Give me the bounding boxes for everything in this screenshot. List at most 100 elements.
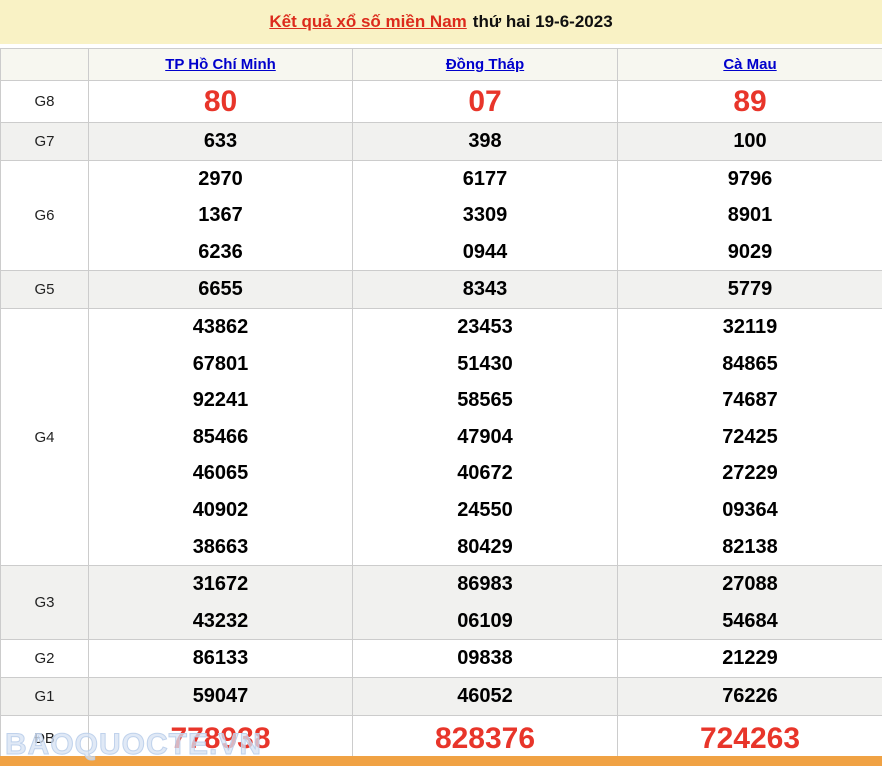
column-header-ca-mau: Cà Mau bbox=[617, 48, 882, 81]
result-cell: 09838 bbox=[352, 639, 618, 678]
result-cell: 398 bbox=[352, 122, 618, 161]
prize-label: G4 bbox=[0, 307, 89, 567]
result-number-big: 724263 bbox=[699, 721, 801, 755]
result-cell: 633 bbox=[88, 122, 353, 161]
page-title-link[interactable]: Kết quả xổ số miền Nam bbox=[269, 12, 466, 32]
result-number-big: 778938 bbox=[170, 721, 271, 755]
prize-label: G5 bbox=[0, 270, 89, 309]
result-number: 86983 bbox=[457, 573, 513, 596]
province-link-ca-mau[interactable]: Cà Mau bbox=[723, 56, 776, 73]
table-row-g3: G3 31672 43232 86983 06109 27088 54684 bbox=[0, 565, 882, 641]
table-row-đb: ĐB 778938 828376 724263 bbox=[0, 714, 882, 762]
result-number: 92241 bbox=[192, 389, 249, 412]
result-cell: 76226 bbox=[617, 676, 882, 716]
result-number: 2970 bbox=[198, 167, 243, 190]
result-cell: 23453 51430 58565 47904 40672 24550 80429 bbox=[352, 307, 618, 567]
result-cell: 8343 bbox=[352, 270, 618, 309]
bottom-bar bbox=[0, 756, 882, 766]
prize-label: G6 bbox=[0, 159, 89, 272]
result-cell: 9796 8901 9029 bbox=[617, 159, 882, 272]
results-table: TP Hồ Chí Minh Đồng Tháp Cà Mau G8 80 07 89… bbox=[0, 48, 882, 762]
result-number: 46052 bbox=[457, 684, 513, 707]
result-cell: 89 bbox=[617, 80, 882, 123]
result-number: 58565 bbox=[457, 389, 513, 412]
result-number: 5779 bbox=[727, 278, 773, 301]
result-number-big: 80 bbox=[203, 85, 238, 118]
result-number: 38663 bbox=[192, 535, 249, 558]
result-cell: 32119 84865 74687 72425 27229 09364 82138 bbox=[617, 307, 882, 567]
result-number: 8343 bbox=[462, 278, 508, 301]
result-number: 21229 bbox=[722, 647, 778, 670]
result-number: 09364 bbox=[722, 498, 778, 521]
result-cell: 31672 43232 bbox=[88, 565, 353, 641]
province-link-dong-thap[interactable]: Đồng Tháp bbox=[446, 56, 524, 73]
result-number: 59047 bbox=[192, 684, 249, 707]
result-number: 1367 bbox=[198, 204, 243, 227]
result-cell: 07 bbox=[352, 80, 618, 123]
result-cell: 86983 06109 bbox=[352, 565, 618, 641]
result-cell: 100 bbox=[617, 122, 882, 161]
result-cell: 778938 bbox=[88, 714, 353, 762]
result-number: 76226 bbox=[722, 684, 778, 707]
column-header-hcm: TP Hồ Chí Minh bbox=[88, 48, 353, 81]
result-number: 32119 bbox=[722, 315, 778, 338]
result-cell: 21229 bbox=[617, 639, 882, 678]
result-number: 31672 bbox=[192, 573, 249, 596]
result-number-big: 89 bbox=[733, 85, 767, 118]
prize-label: G1 bbox=[0, 676, 89, 716]
column-header-dong-thap: Đồng Tháp bbox=[352, 48, 618, 81]
result-number: 43862 bbox=[192, 315, 249, 338]
result-number: 24550 bbox=[457, 498, 513, 521]
result-number: 40902 bbox=[192, 498, 249, 521]
result-number: 43232 bbox=[192, 609, 249, 632]
province-link-tp-ho-chi-minh[interactable]: TP Hồ Chí Minh bbox=[165, 56, 276, 73]
table-row-g1: G1 59047 46052 76226 bbox=[0, 676, 882, 716]
result-number: 80429 bbox=[457, 535, 513, 558]
table-row-g2: G2 86133 09838 21229 bbox=[0, 639, 882, 678]
result-number: 09838 bbox=[457, 647, 513, 670]
result-number: 3309 bbox=[462, 204, 508, 227]
result-number: 633 bbox=[203, 130, 238, 152]
prize-label: G7 bbox=[0, 122, 89, 161]
page-title-date: thứ hai 19-6-2023 bbox=[472, 12, 613, 31]
result-cell: 43862 67801 92241 85466 46065 40902 38663 bbox=[88, 307, 353, 567]
result-number-big: 828376 bbox=[434, 721, 536, 755]
result-number: 398 bbox=[468, 130, 502, 152]
result-number: 0944 bbox=[462, 240, 508, 263]
result-number: 6177 bbox=[462, 167, 508, 190]
page-title-bar: Kết quả xổ số miền Nam thứ hai 19-6-2023 bbox=[0, 0, 882, 44]
result-number: 27088 bbox=[722, 573, 778, 596]
result-cell: 46052 bbox=[352, 676, 618, 716]
result-cell: 828376 bbox=[352, 714, 618, 762]
result-number: 72425 bbox=[722, 425, 778, 448]
table-row-g7: G7 633 398 100 bbox=[0, 122, 882, 161]
result-number: 100 bbox=[733, 130, 767, 152]
result-cell: 80 bbox=[88, 80, 353, 123]
result-number: 84865 bbox=[722, 352, 778, 375]
result-number: 46065 bbox=[192, 462, 249, 485]
result-number: 86133 bbox=[192, 647, 249, 670]
result-number: 9796 bbox=[727, 167, 773, 190]
prize-label: ĐB bbox=[0, 714, 89, 762]
result-number: 85466 bbox=[192, 425, 249, 448]
result-cell: 724263 bbox=[617, 714, 882, 762]
result-number: 54684 bbox=[722, 609, 778, 632]
result-number: 74687 bbox=[722, 389, 778, 412]
result-cell: 6655 bbox=[88, 270, 353, 309]
table-row-g8: G8 80 07 89 bbox=[0, 80, 882, 123]
result-number-big: 07 bbox=[468, 85, 502, 118]
table-row-g6: G6 2970 1367 6236 6177 3309 0944 9796 8901 9029 bbox=[0, 159, 882, 272]
result-number: 67801 bbox=[192, 352, 249, 375]
result-cell: 27088 54684 bbox=[617, 565, 882, 641]
table-row-g5: G5 6655 8343 5779 bbox=[0, 270, 882, 309]
prize-label: G8 bbox=[0, 80, 89, 123]
result-number: 6655 bbox=[198, 278, 243, 301]
result-number: 82138 bbox=[722, 535, 778, 558]
result-number: 23453 bbox=[457, 315, 513, 338]
result-number: 47904 bbox=[457, 425, 513, 448]
result-cell: 59047 bbox=[88, 676, 353, 716]
result-cell: 5779 bbox=[617, 270, 882, 309]
result-number: 06109 bbox=[457, 609, 513, 632]
result-number: 40672 bbox=[457, 462, 513, 485]
result-number: 8901 bbox=[727, 204, 773, 227]
